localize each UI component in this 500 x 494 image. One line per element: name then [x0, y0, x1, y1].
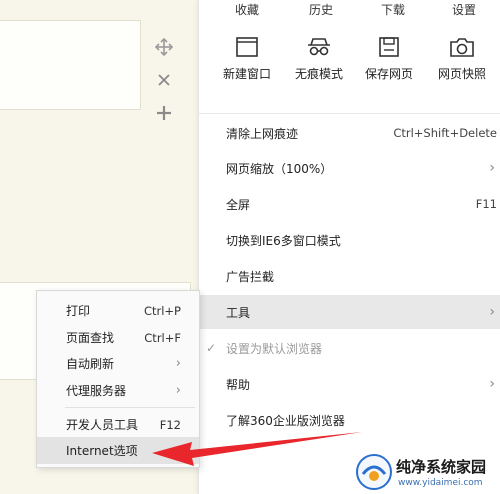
red-arrow-annotation — [152, 432, 362, 466]
shortcut-text: Ctrl+P — [143, 303, 181, 318]
plus-icon[interactable] — [150, 96, 178, 129]
check-icon: ✓ — [206, 341, 217, 355]
side-toolbar — [150, 30, 178, 129]
submenu-item-label: 自动刷新 — [66, 357, 115, 371]
new-window-label: 新建窗口 — [222, 67, 271, 81]
submenu-item-label: 代理服务器 — [66, 384, 127, 398]
incognito-icon — [308, 38, 330, 56]
menu-item-label: 帮助 — [226, 377, 251, 392]
tab-history[interactable]: 历史 — [309, 1, 333, 18]
save-page-label: 保存网页 — [364, 67, 413, 81]
move-icon[interactable] — [150, 30, 178, 63]
quick-actions: 新建窗口 无痕模式 保存网页 网页快照 — [199, 36, 500, 96]
site-watermark: 纯净系统家园 www.yidaimei.com — [350, 450, 500, 494]
menu-item-label: 广告拦截 — [226, 269, 275, 284]
close-icon[interactable] — [150, 63, 178, 96]
content-panel-top — [0, 20, 141, 110]
watermark-logo-icon — [356, 454, 392, 490]
menu-item-ie6-mode[interactable]: 切换到IE6多窗口模式 — [199, 223, 500, 257]
chevron-right-icon: › — [489, 376, 495, 392]
menu-item-label: 网页缩放（100%） — [226, 161, 333, 176]
chevron-right-icon: › — [489, 304, 495, 320]
chevron-right-icon: › — [175, 383, 181, 398]
new-window-button[interactable]: 新建窗口 — [212, 36, 282, 82]
watermark-url: www.yidaimei.com — [398, 478, 483, 488]
chevron-right-icon: › — [175, 356, 181, 371]
menu-item-label: 切换到IE6多窗口模式 — [226, 233, 341, 248]
incognito-button[interactable]: 无痕模式 — [284, 36, 354, 82]
menu-item-label: 全屏 — [226, 197, 251, 212]
save-page-button[interactable]: 保存网页 — [354, 36, 424, 82]
menu-tabs: 收藏 历史 下载 设置 — [199, 0, 500, 20]
menu-item-adblock[interactable]: 广告拦截 — [199, 259, 500, 293]
watermark-title: 纯净系统家园 — [396, 458, 487, 476]
tab-downloads[interactable]: 下载 — [381, 1, 405, 18]
snapshot-icon — [450, 38, 474, 57]
shortcut-text: Ctrl+F — [144, 330, 181, 345]
tab-settings[interactable]: 设置 — [452, 1, 476, 18]
menu-item-clear-traces[interactable]: 清除上网痕迹 Ctrl+Shift+Delete — [199, 116, 500, 150]
snapshot-button[interactable]: 网页快照 — [427, 36, 497, 82]
snapshot-label: 网页快照 — [437, 67, 486, 81]
menu-item-default-browser[interactable]: ✓ 设置为默认浏览器 — [199, 331, 500, 365]
menu-item-help[interactable]: 帮助 › — [199, 367, 500, 401]
divider — [199, 113, 500, 114]
menu-item-zoom[interactable]: 网页缩放（100%） › — [199, 151, 500, 185]
chevron-right-icon: › — [489, 160, 495, 176]
tab-favorites[interactable]: 收藏 — [235, 1, 259, 18]
submenu-item-label: Internet选项 — [66, 444, 138, 458]
submenu-item-find[interactable]: 页面查找 Ctrl+F — [37, 324, 199, 351]
shortcut-text: Ctrl+Shift+Delete — [393, 126, 497, 140]
submenu-item-print[interactable]: 打印 Ctrl+P — [37, 297, 199, 324]
submenu-item-label: 开发人员工具 — [66, 418, 139, 432]
incognito-label: 无痕模式 — [294, 67, 343, 81]
save-page-icon — [379, 37, 399, 57]
submenu-item-label: 页面查找 — [66, 331, 115, 345]
shortcut-text: F11 — [475, 197, 497, 211]
menu-item-fullscreen[interactable]: 全屏 F11 — [199, 187, 500, 221]
submenu-item-proxy[interactable]: 代理服务器 › — [37, 377, 199, 404]
menu-item-label: 工具 — [226, 305, 251, 320]
menu-item-label: 清除上网痕迹 — [226, 126, 299, 141]
divider — [65, 407, 195, 408]
new-window-icon — [236, 37, 258, 57]
menu-item-label: 设置为默认浏览器 — [226, 341, 323, 356]
menu-item-tools[interactable]: 工具 › — [199, 295, 500, 329]
submenu-item-label: 打印 — [66, 304, 91, 318]
submenu-item-autorefresh[interactable]: 自动刷新 › — [37, 350, 199, 377]
